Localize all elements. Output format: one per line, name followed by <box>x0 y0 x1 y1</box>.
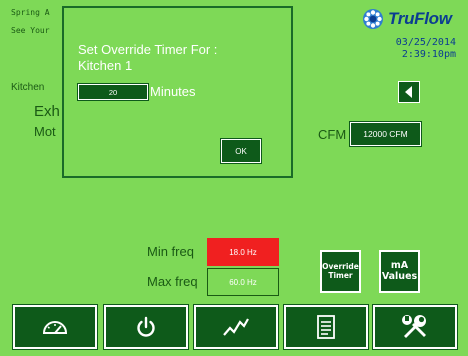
dialog-title-line2: Kitchen 1 <box>78 58 133 73</box>
ma-values-button[interactable]: mA Values <box>379 250 420 293</box>
ma-button-line1: mA <box>390 259 409 271</box>
max-freq-field[interactable]: 60.0 Hz <box>207 268 279 296</box>
document-icon <box>317 315 335 339</box>
status-line-1: Spring A <box>11 8 50 17</box>
toolbar-power-button[interactable] <box>103 304 189 350</box>
trend-icon <box>223 318 249 336</box>
toolbar-gauge-button[interactable] <box>12 304 98 350</box>
status-line-2: See Your <box>11 26 50 35</box>
ok-button[interactable]: OK <box>220 138 262 164</box>
gauge-icon <box>42 321 68 334</box>
time-display: 2:39:10pm <box>401 49 456 60</box>
back-button[interactable] <box>398 81 420 103</box>
toolbar-tools-button[interactable] <box>372 304 458 350</box>
ma-button-line2: Values <box>381 270 418 282</box>
cfm-label: CFM <box>318 127 347 142</box>
min-freq-field[interactable]: 18.0 Hz <box>207 238 279 266</box>
cfm-value-field[interactable]: 12000 CFM <box>349 121 422 147</box>
power-icon <box>137 316 155 337</box>
min-freq-label: Min freq <box>147 244 194 259</box>
fan-logo-icon <box>363 9 383 29</box>
dialog-title: Set Override Timer For : Kitchen 1 <box>78 42 217 74</box>
override-timer-button[interactable]: Override Timer <box>320 250 361 293</box>
hmi-screen: Spring A See Your Kitchen Exh Mot TruFlo… <box>0 0 468 356</box>
motor-label: Mot <box>34 124 56 139</box>
tools-icon <box>402 315 426 338</box>
toolbar-document-button[interactable] <box>283 304 369 350</box>
truflow-logo: TruFlow <box>362 8 452 30</box>
triangle-left-icon <box>405 86 412 98</box>
kitchen-label: Kitchen <box>11 82 45 93</box>
minutes-label: Minutes <box>150 84 196 99</box>
date-display: 03/25/2014 <box>395 37 456 48</box>
override-timer-dialog: Set Override Timer For : Kitchen 1 20 Mi… <box>62 6 293 178</box>
dialog-title-line1: Set Override Timer For : <box>78 42 218 57</box>
bottom-toolbar <box>0 298 468 356</box>
logo-text: TruFlow <box>388 9 452 28</box>
max-freq-label: Max freq <box>147 274 198 289</box>
minutes-input[interactable]: 20 <box>77 83 149 101</box>
exhaust-label: Exh <box>34 103 60 120</box>
toolbar-trend-button[interactable] <box>193 304 279 350</box>
override-button-line2: Timer <box>328 270 353 280</box>
